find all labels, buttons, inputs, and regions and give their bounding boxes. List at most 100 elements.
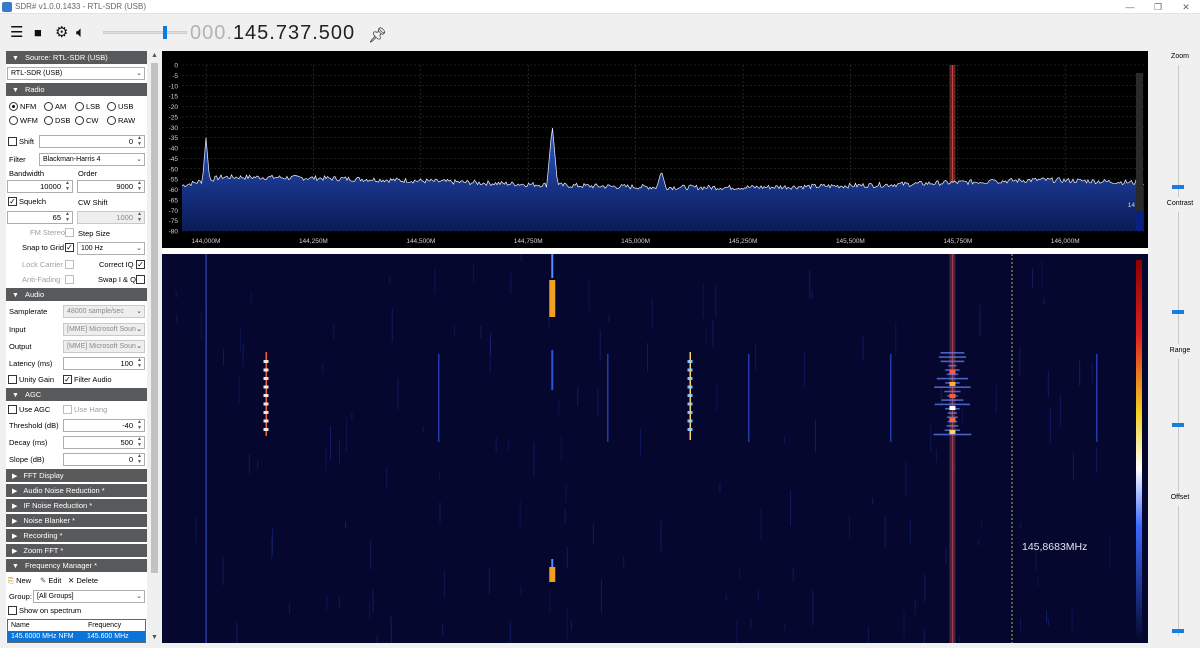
audio-output-value: [MME] Microsoft Soun [67,343,136,350]
mode-radio-wfm[interactable] [9,116,18,125]
spinner-icon[interactable]: ▲ ▼ [137,180,142,192]
gear-icon[interactable]: ⚙ [55,25,68,41]
use-agc-checkbox[interactable] [8,405,17,414]
section-frequency-manager[interactable]: ▼ Frequency Manager * [6,559,147,572]
squelch-checkbox[interactable]: ✓ [8,197,17,206]
close-button[interactable]: ✕ [1172,1,1200,13]
column-header-frequency[interactable]: Frequency [85,620,121,631]
anti-fading-checkbox[interactable] [65,275,74,284]
stop-icon[interactable]: ■ [34,25,42,41]
anti-fading-label: Anti-Fading [22,275,61,284]
squelch-input[interactable]: 65 ▲ ▼ [7,211,73,224]
mode-radio-lsb[interactable] [75,102,84,111]
column-header-name[interactable]: Name [8,620,30,631]
noise-streak [895,322,897,355]
mode-radio-raw[interactable] [107,116,116,125]
spinner-icon[interactable]: ▲ ▼ [137,436,142,448]
lock-carrier-checkbox[interactable] [65,260,74,269]
scroll-down-icon[interactable]: ▼ [150,634,159,641]
decay-input[interactable]: 500 ▲ ▼ [63,436,145,449]
mode-radio-am[interactable] [44,102,53,111]
order-input[interactable]: 9000 ▲ ▼ [77,180,145,193]
hamburger-icon[interactable]: ☰ [10,25,23,41]
frequency-display[interactable]: 000.145.737.500 [190,22,355,44]
maximize-button[interactable]: ❐ [1144,1,1172,13]
section-radio[interactable]: ▼ Radio [6,83,147,96]
cw-shift-input[interactable]: 1000 ▲ ▼ [77,211,145,224]
signal-burst [549,280,556,317]
spinner-icon[interactable]: ▲ ▼ [65,180,70,192]
bandwidth-input[interactable]: 10000 ▲ ▼ [7,180,73,193]
latency-input[interactable]: 100 ▲ ▼ [63,357,145,370]
spectrum-analyzer[interactable]: 0 -5 -10 -15 -20 -25 -30 -35 -40 -45 -50 -55 -60 -65 -… [162,51,1148,248]
new-button[interactable]: ⎘ New [8,576,31,586]
minimize-button[interactable]: — [1116,1,1144,13]
section-noise-blanker[interactable]: ▶ Noise Blanker * [6,514,147,527]
section-if-noise-reduction[interactable]: ▶ IF Noise Reduction * [6,499,147,512]
noise-streak [980,521,982,530]
spinner-icon[interactable]: ▲ ▼ [137,419,142,431]
pin-icon[interactable]: 📌︎ [368,26,387,44]
spinner-icon[interactable]: ▲ ▼ [137,135,142,147]
show-on-spectrum-checkbox[interactable] [8,606,17,615]
noise-streak [422,426,424,433]
section-fft-display[interactable]: ▶ FFT Display [6,469,147,482]
use-hang-checkbox[interactable] [63,405,72,414]
audio-output-select[interactable]: [MME] Microsoft Soun ⌄ [63,340,145,353]
section-agc[interactable]: ▼ AGC [6,388,147,401]
delete-button[interactable]: ✕ Delete [68,576,98,586]
frequency-value: 145.737.500 [232,22,356,44]
edit-button[interactable]: ✎ Edit [40,576,61,586]
waterfall-display[interactable] [162,254,1148,643]
db-tick-label: -20 [169,104,179,111]
mode-label: CW [86,116,99,125]
source-select[interactable]: RTL-SDR (USB) ⌄ [7,67,145,80]
snap-to-grid-checkbox[interactable]: ✓ [65,243,74,252]
section-recording[interactable]: ▶ Recording * [6,529,147,542]
table-row[interactable]: 145.6000 MHz NFM 145.600 MHz [8,631,145,642]
signal-dot [949,394,956,398]
freq-tick-label: 144,750M [514,238,543,245]
offset-slider[interactable] [1172,629,1184,633]
section-source[interactable]: ▼ Source: RTL-SDR (USB) [6,51,147,64]
zoom-slider[interactable] [1172,185,1184,189]
slope-input[interactable]: 0 ▲ ▼ [63,453,145,466]
shift-input[interactable]: 0 ▲ ▼ [39,135,145,148]
unity-gain-checkbox[interactable] [8,375,17,384]
filter-select[interactable]: Blackman-Harris 4 ⌄ [39,153,145,166]
scrollbar-thumb[interactable] [151,63,158,573]
mode-radio-dsb[interactable] [44,116,53,125]
noise-streak [592,523,594,545]
db-tick-label: -35 [169,135,179,142]
shift-checkbox[interactable] [8,137,17,146]
correct-iq-checkbox[interactable]: ✓ [136,260,145,269]
fm-stereo-checkbox[interactable] [65,228,74,237]
threshold-input[interactable]: -40 ▲ ▼ [63,419,145,432]
spinner-icon[interactable]: ▲ ▼ [137,453,142,465]
section-zoom-fft[interactable]: ▶ Zoom FFT * [6,544,147,557]
volume-slider[interactable] [103,26,187,40]
panel-scrollbar[interactable]: ▲ ▼ [149,51,160,643]
mode-radio-cw[interactable] [75,116,84,125]
group-select[interactable]: [All Groups] ⌄ [33,590,145,603]
audio-input-select[interactable]: [MME] Microsoft Soun ⌄ [63,323,145,336]
samplerate-select[interactable]: 48000 sample/sec ⌄ [63,305,145,318]
swap-iq-checkbox[interactable] [136,275,145,284]
filter-audio-checkbox[interactable]: ✓ [63,375,72,384]
speaker-icon[interactable]: 🔈︎ [76,25,85,41]
scroll-up-icon[interactable]: ▲ [150,52,159,59]
signal-trace [748,354,750,442]
volume-thumb[interactable] [163,26,167,39]
spinner-icon[interactable]: ▲ ▼ [137,211,142,223]
mode-radio-usb[interactable] [107,102,116,111]
signal-dot [949,370,956,374]
spinner-icon[interactable]: ▲ ▼ [137,357,142,369]
contrast-slider[interactable] [1172,310,1184,314]
section-audio-noise-reduction[interactable]: ▶ Audio Noise Reduction * [6,484,147,497]
step-size-select[interactable]: 100 Hz ⌄ [77,242,145,255]
spinner-icon[interactable]: ▲ ▼ [65,211,70,223]
section-audio[interactable]: ▼ Audio [6,288,147,301]
range-slider[interactable] [1172,423,1184,427]
shift-value: 0 [128,137,133,146]
mode-radio-nfm[interactable] [9,102,18,111]
